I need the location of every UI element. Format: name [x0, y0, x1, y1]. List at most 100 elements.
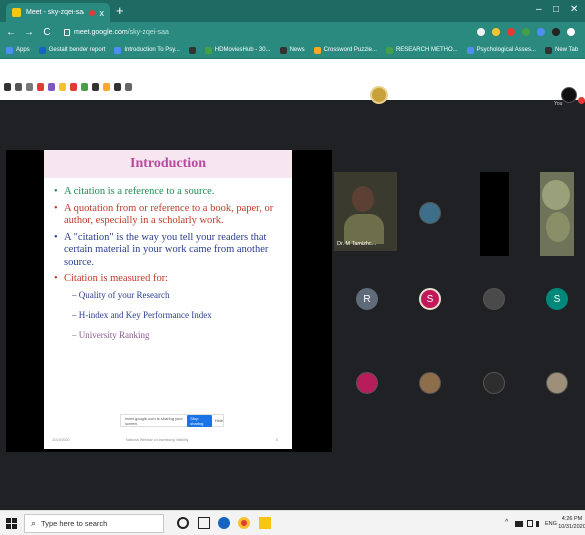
tray-overflow-icon[interactable]: ^ — [505, 519, 508, 526]
chat-icon[interactable]: ▤ — [482, 90, 491, 101]
self-view-avatar[interactable] — [560, 87, 577, 103]
toolbar-icon[interactable] — [103, 83, 110, 91]
browser-tab[interactable]: Meet - sky-zqei-saa x — [6, 3, 110, 22]
hide-button[interactable]: Hide — [215, 418, 223, 423]
cortana-icon[interactable] — [177, 517, 189, 529]
people-icon[interactable]: ☺ 101 — [458, 86, 476, 101]
screen: Meet - sky-zqei-saa x + – □ ✕ ← → C meet… — [0, 0, 585, 535]
stop-sharing-button[interactable]: Stop sharing — [187, 414, 212, 427]
toolbar-icon[interactable] — [92, 83, 99, 91]
bookmark-apps[interactable]: Apps — [6, 46, 30, 54]
toolbar-icon[interactable] — [81, 83, 88, 91]
reload-button[interactable]: C — [40, 27, 54, 38]
bookmark-label: Gestalt bender report — [48, 47, 106, 53]
maximize-button[interactable]: □ — [553, 4, 559, 16]
foliage-shape — [546, 212, 570, 242]
participant-avatar-r[interactable]: R — [356, 288, 378, 310]
task-view-icon[interactable] — [198, 517, 210, 529]
bookmark-crossword[interactable]: Crossword Puzzle... — [313, 46, 377, 54]
chrome-icon[interactable] — [238, 517, 250, 529]
you-label: You — [554, 101, 563, 107]
slide-bullets: • A citation is a reference to a source. … — [54, 186, 286, 350]
bookmark-label: HDMoviesHub - 30... — [214, 47, 271, 53]
clock-date: 10/31/2020 — [558, 524, 585, 530]
extension-icon[interactable] — [537, 28, 545, 36]
mic-muted-icon — [578, 97, 585, 104]
people-count: 101 — [468, 85, 477, 92]
taskbar-clock[interactable]: 4:26 PM 10/31/2020 — [558, 515, 585, 531]
minimize-button[interactable]: – — [536, 4, 542, 16]
participant-avatar[interactable] — [419, 372, 441, 394]
chat-glyph: ▤ — [482, 89, 492, 101]
sub-mark: – — [72, 289, 77, 300]
bullet-item: • A citation is a reference to a source. — [54, 186, 286, 199]
participants-line1: RajKumar N — [392, 88, 425, 94]
bookmark-blank[interactable] — [188, 46, 196, 54]
toolbar-icon[interactable] — [15, 83, 22, 91]
new-tab-button[interactable]: + — [116, 4, 124, 18]
toolbar-icon[interactable] — [37, 83, 44, 91]
extension-icon[interactable] — [507, 28, 515, 36]
bookmark-label: RESEARCH METHO... — [395, 47, 458, 53]
reaction-toolbar — [4, 83, 132, 91]
edge-icon[interactable] — [218, 517, 230, 529]
participant-video-tile[interactable]: Dr. M Tamizhc... — [334, 172, 397, 251]
participant-avatar[interactable] — [483, 372, 505, 394]
recording-dot-icon — [88, 9, 95, 16]
participant-avatar[interactable] — [483, 288, 505, 310]
bookmark-new-tab[interactable]: New Tab — [545, 46, 579, 54]
bullet-text: Citation is measured for: — [64, 273, 169, 284]
slide-footer-date: 31/10/2020 — [52, 438, 70, 442]
menu-icon[interactable] — [567, 28, 575, 36]
language-indicator[interactable]: ENG — [545, 521, 557, 527]
bookmark-psych-assess[interactable]: Psychological Asses... — [466, 46, 536, 54]
toolbar-icon[interactable] — [114, 83, 121, 91]
participant-avatar-s[interactable]: S — [419, 288, 441, 310]
toolbar-icon[interactable] — [70, 83, 77, 91]
people-glyph: ☺ — [458, 89, 469, 101]
participant-avatar[interactable] — [356, 372, 378, 394]
participant-video-tile[interactable] — [480, 172, 509, 256]
taskbar-search-input[interactable]: ⌕ Type here to search — [24, 514, 164, 533]
bookmark-icon — [279, 46, 287, 54]
url-field[interactable]: meet.google.com/sky-zqei-saa — [60, 25, 470, 39]
meeting-clock: 4:26 PM — [513, 89, 551, 101]
bookmark-icon — [313, 46, 321, 54]
bookmark-hdmovies[interactable]: HDMoviesHub - 30... — [204, 46, 271, 54]
tab-close-button[interactable]: x — [100, 8, 105, 18]
forward-button[interactable]: → — [22, 27, 36, 38]
bookmark-research[interactable]: RESEARCH METHO... — [385, 46, 458, 54]
battery-icon[interactable] — [527, 520, 533, 527]
participant-video-tile[interactable] — [540, 172, 574, 256]
bookmark-icon — [204, 46, 212, 54]
search-placeholder: Type here to search — [41, 519, 108, 528]
bookmark-label: New Tab — [555, 47, 579, 53]
sub-bullet-item: – H-index and Key Performance Index — [72, 310, 286, 321]
participant-avatar[interactable] — [546, 372, 568, 394]
network-icon[interactable] — [515, 521, 523, 527]
back-button[interactable]: ← — [4, 27, 18, 38]
toolbar-icon[interactable] — [26, 83, 33, 91]
bullet-text: A citation is a reference to a source. — [64, 186, 215, 197]
toolbar-icon[interactable] — [48, 83, 55, 91]
profile-avatar[interactable] — [552, 28, 560, 36]
windows-start-icon[interactable] — [6, 518, 17, 529]
bookmark-news[interactable]: News — [279, 46, 305, 54]
bookmark-gestalt[interactable]: Gestalt bender report — [38, 46, 106, 54]
toolbar-icon[interactable] — [59, 83, 66, 91]
file-explorer-icon[interactable] — [259, 517, 271, 529]
extension-icon[interactable] — [522, 28, 530, 36]
toolbar-icon[interactable] — [4, 83, 11, 91]
address-bar: ← → C meet.google.com/sky-zqei-saa — [0, 22, 585, 42]
toolbar-icon[interactable] — [125, 83, 132, 91]
star-icon[interactable] — [492, 28, 500, 36]
participant-avatar-s[interactable]: S — [546, 288, 568, 310]
url-text: meet.google.com/sky-zqei-saa — [74, 29, 169, 36]
volume-icon[interactable] — [536, 521, 542, 527]
participant-avatar[interactable] — [419, 202, 441, 224]
camera-indicator-icon[interactable] — [477, 28, 485, 36]
close-window-button[interactable]: ✕ — [570, 4, 578, 16]
bullet-mark: • — [54, 186, 58, 197]
bookmark-intro-psy[interactable]: Introduction To Psy... — [114, 46, 180, 54]
slide-footer-title: National Webinar on Increasing Visibilit… — [126, 438, 189, 442]
